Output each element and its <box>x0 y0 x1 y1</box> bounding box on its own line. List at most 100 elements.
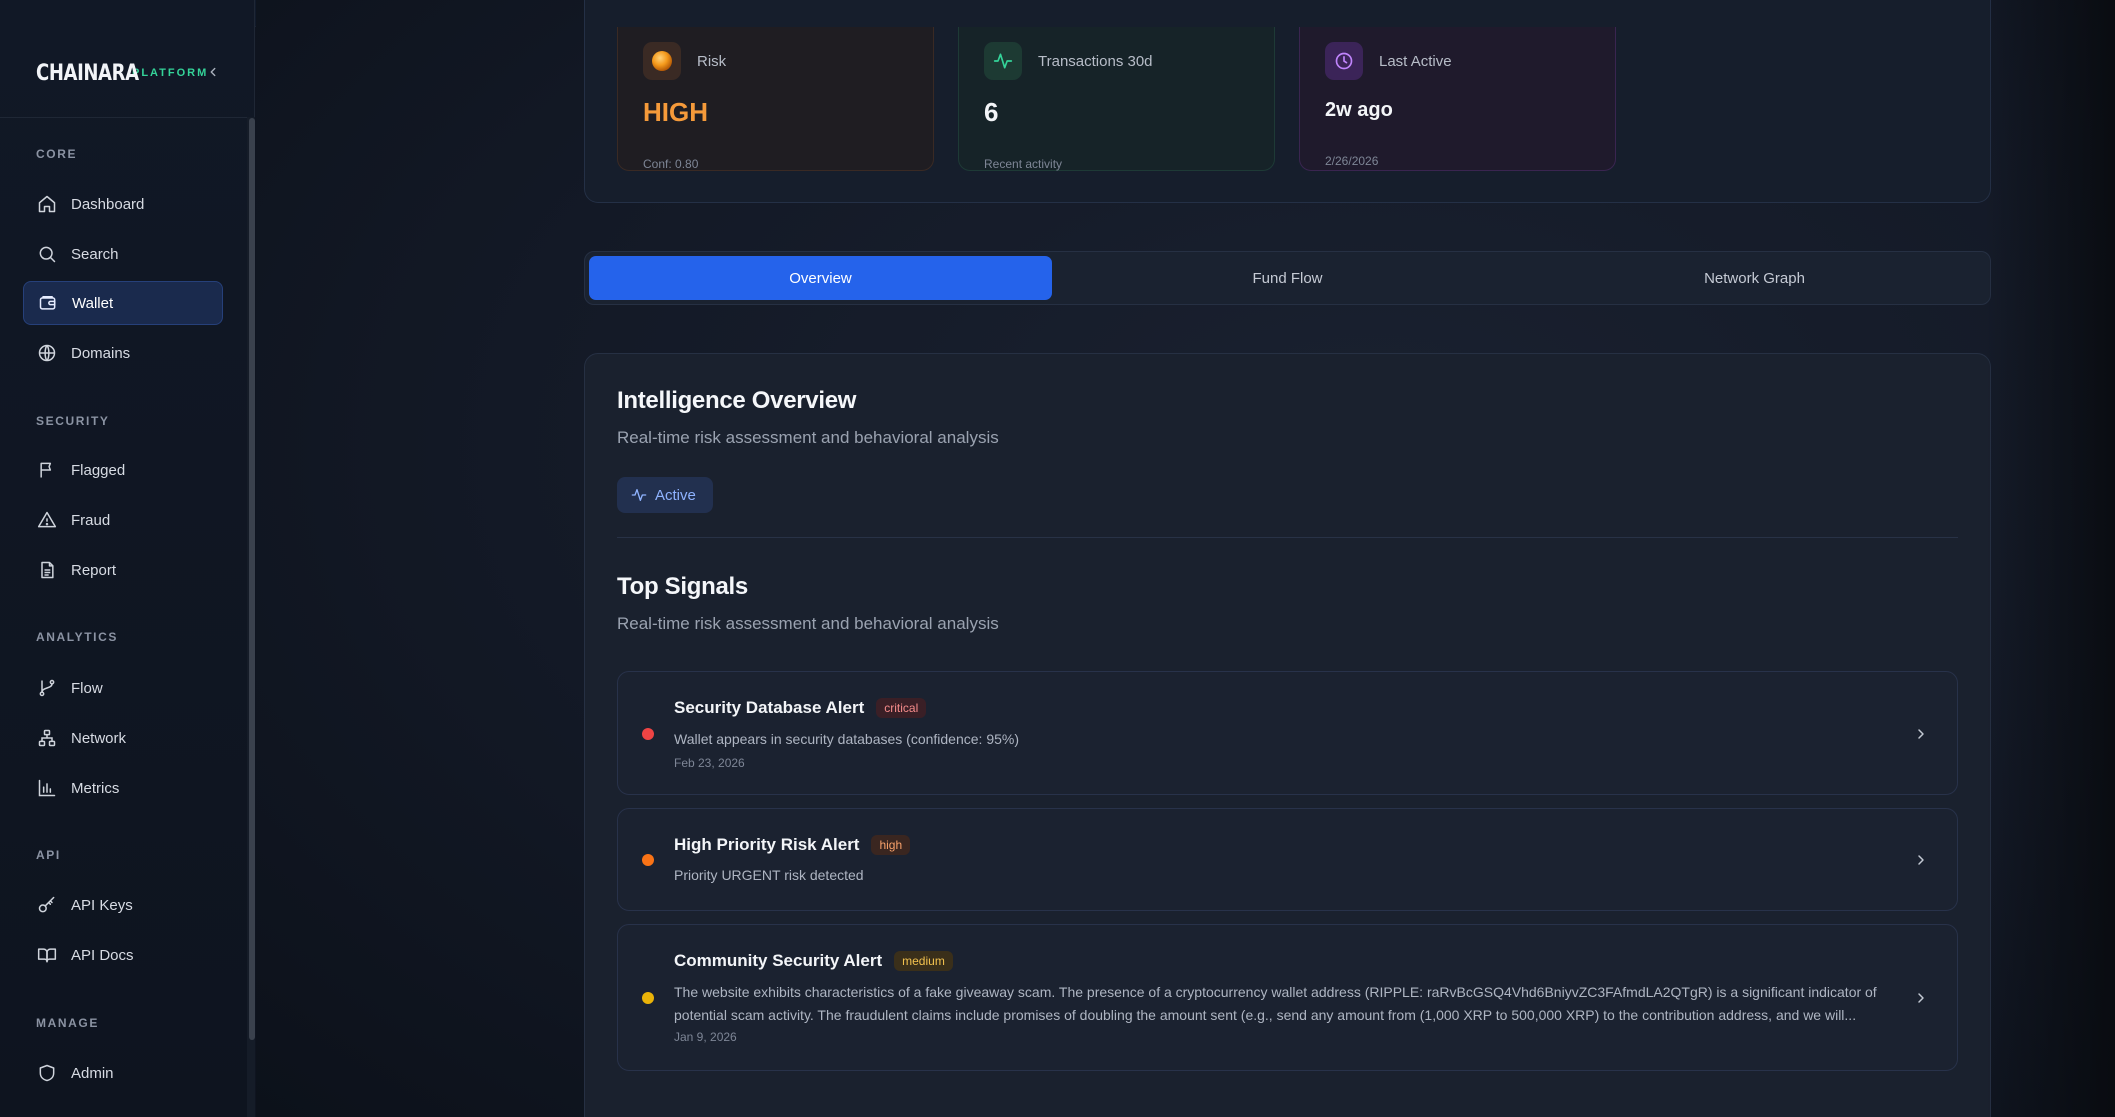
brand-subtitle: PLATFORM <box>132 67 209 79</box>
sidebar-item-flow[interactable]: Flow <box>23 666 223 710</box>
sidebar-item-label: Report <box>71 561 117 579</box>
top-signals-subtitle: Real-time risk assessment and behavioral… <box>617 614 999 633</box>
section-label-api: API <box>36 848 61 862</box>
severity-badge: critical <box>876 698 927 718</box>
flag-icon <box>40 462 52 478</box>
tab-fund-flow[interactable]: Fund Flow <box>1056 256 1519 300</box>
sidebar-item-search[interactable]: Search <box>23 232 223 276</box>
section-divider <box>617 537 1958 538</box>
sidebar-scrollbar-thumb[interactable] <box>249 118 255 1040</box>
last-active-value: 2w ago <box>1325 99 1393 121</box>
sidebar-item-label: Wallet <box>72 294 114 312</box>
signal-card-high-priority[interactable]: High Priority Risk Alert high Priority U… <box>617 808 1958 911</box>
overview-title: Intelligence Overview <box>617 387 857 414</box>
signal-card-community[interactable]: Community Security Alert medium The webs… <box>617 924 1958 1071</box>
search-icon <box>39 246 56 263</box>
sidebar-item-label: API Keys <box>71 896 133 914</box>
sidebar-item-label: Flagged <box>71 461 126 479</box>
sidebar-item-fraud[interactable]: Fraud <box>23 498 223 542</box>
sidebar-item-api-docs[interactable]: API Docs <box>23 933 223 977</box>
git-branch-icon <box>39 679 55 697</box>
signal-description: Priority URGENT risk detected <box>674 867 864 883</box>
sidebar-item-dashboard[interactable]: Dashboard <box>23 182 223 226</box>
sidebar-item-label: Network <box>71 729 127 747</box>
file-text-icon <box>41 561 54 579</box>
view-tabs: Overview Fund Flow Network Graph <box>584 251 1991 305</box>
section-label-analytics: ANALYTICS <box>36 630 118 644</box>
severity-dot <box>642 992 654 1004</box>
status-label: Active <box>655 486 696 504</box>
signal-description: The website exhibits characteristics of … <box>674 984 1877 1023</box>
sidebar-item-report[interactable]: Report <box>23 548 223 592</box>
activity-icon <box>631 489 647 501</box>
brand-logo[interactable]: CHAINARA PLATFORM <box>36 58 208 88</box>
sidebar-divider <box>0 117 250 118</box>
signal-date: Feb 23, 2026 <box>674 756 745 770</box>
status-badge: Active <box>617 477 713 513</box>
severity-dot <box>642 728 654 740</box>
sidebar-item-metrics[interactable]: Metrics <box>23 766 223 810</box>
sidebar-item-label: Dashboard <box>71 195 145 213</box>
risk-stat-card: Risk HIGH Conf: 0.80 <box>617 27 934 171</box>
sidebar-item-admin[interactable]: Admin <box>23 1051 223 1095</box>
wallet-icon <box>39 296 56 310</box>
section-label-security: SECURITY <box>36 414 110 428</box>
right-edge-shade <box>1985 0 2115 1117</box>
transactions-label: Transactions 30d <box>1038 52 1153 70</box>
sidebar-item-label: Domains <box>71 344 131 362</box>
chevron-right-icon <box>1918 855 1924 865</box>
severity-badge: high <box>871 835 911 855</box>
sidebar-item-label: Fraud <box>71 511 111 529</box>
sidebar-item-domains[interactable]: Domains <box>23 331 223 375</box>
sidebar-item-flagged[interactable]: Flagged <box>23 448 223 492</box>
sidebar-item-label: Search <box>71 245 119 263</box>
risk-label: Risk <box>697 52 727 70</box>
section-label-core: CORE <box>36 147 78 161</box>
sidebar: CHAINARA PLATFORM CORE Dashboard Search … <box>0 0 255 1117</box>
home-icon <box>38 195 56 213</box>
globe-icon <box>38 344 56 362</box>
sidebar-item-label: Flow <box>71 679 103 697</box>
signal-description: Wallet appears in security databases (co… <box>674 731 1019 747</box>
alert-triangle-icon <box>37 511 57 528</box>
chevron-right-icon <box>1918 993 1924 1003</box>
section-label-manage: MANAGE <box>36 1016 99 1030</box>
last-active-label: Last Active <box>1379 52 1452 70</box>
top-signals-title: Top Signals <box>617 573 748 600</box>
transactions-sub: Recent activity <box>984 157 1063 171</box>
transactions-stat-card: Transactions 30d 6 Recent activity <box>958 27 1275 171</box>
collapse-sidebar-button[interactable] <box>202 61 224 83</box>
risk-value: HIGH <box>643 97 708 127</box>
key-icon <box>38 896 55 913</box>
sidebar-item-wallet[interactable]: Wallet <box>23 281 223 325</box>
risk-orb-icon <box>643 42 681 80</box>
tab-overview[interactable]: Overview <box>589 256 1052 300</box>
bar-chart-icon <box>38 779 56 797</box>
severity-badge: medium <box>894 951 953 971</box>
sidebar-item-api-keys[interactable]: API Keys <box>23 883 223 927</box>
transactions-value: 6 <box>984 97 999 127</box>
shield-icon <box>39 1064 55 1082</box>
clock-icon <box>1325 42 1363 80</box>
signal-title: High Priority Risk Alert <box>674 835 860 854</box>
signal-title: Community Security Alert <box>674 951 883 970</box>
overview-subtitle: Real-time risk assessment and behavioral… <box>617 428 999 447</box>
activity-icon <box>984 42 1022 80</box>
sidebar-item-label: API Docs <box>71 946 134 964</box>
signal-title: Security Database Alert <box>674 698 865 717</box>
signal-card-security-database[interactable]: Security Database Alert critical Wallet … <box>617 671 1958 795</box>
sidebar-item-label: Admin <box>71 1064 114 1082</box>
book-open-icon <box>37 948 57 963</box>
sidebar-item-label: Metrics <box>71 779 120 797</box>
signal-date: Jan 9, 2026 <box>674 1030 737 1044</box>
risk-confidence: Conf: 0.80 <box>643 157 699 171</box>
sidebar-item-network[interactable]: Network <box>23 716 223 760</box>
severity-dot <box>642 854 654 866</box>
chevron-left-icon <box>210 67 216 77</box>
last-active-stat-card: Last Active 2w ago 2/26/2026 <box>1299 27 1616 171</box>
last-active-date: 2/26/2026 <box>1325 154 1379 168</box>
chevron-right-icon <box>1918 729 1924 739</box>
network-icon <box>38 729 56 747</box>
brand-name: CHAINARA <box>36 60 139 86</box>
tab-network-graph[interactable]: Network Graph <box>1523 256 1986 300</box>
